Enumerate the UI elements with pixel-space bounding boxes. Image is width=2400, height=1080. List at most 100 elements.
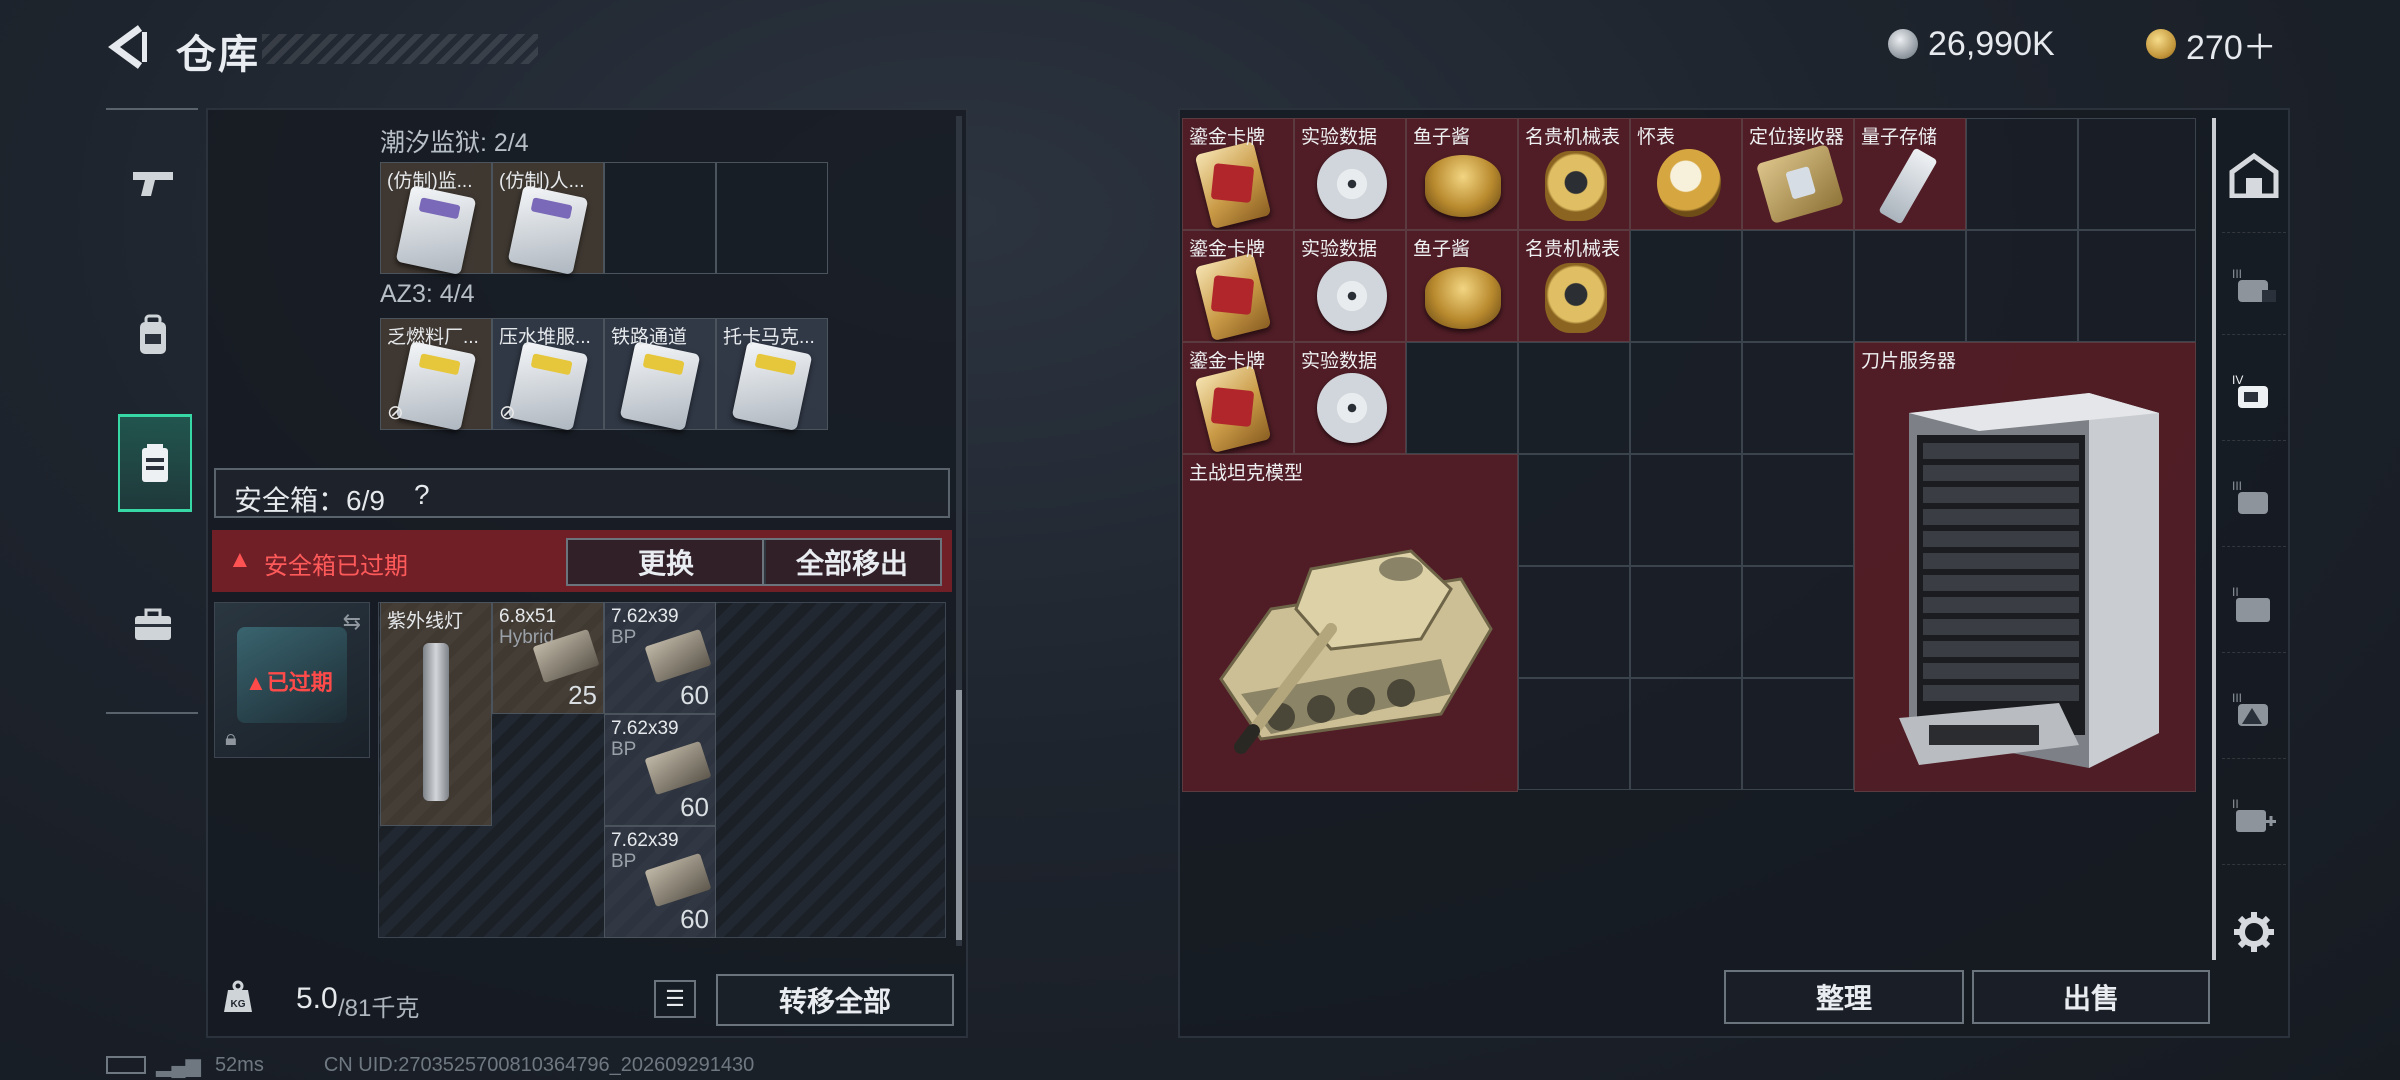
ammo-item[interactable]: 7.62x39 BP 60 [604, 826, 716, 938]
blade-server-item[interactable]: 刀片服务器 [1854, 342, 2196, 792]
svg-text:II: II [2232, 797, 2239, 811]
svg-text:KG: KG [231, 999, 246, 1010]
empty-key-slot[interactable] [604, 162, 716, 274]
empty-slot[interactable] [1742, 566, 1854, 678]
watch-icon [1545, 263, 1607, 333]
tab-stash-ii-medical[interactable]: II [2222, 768, 2286, 865]
sidebar-item-safebox[interactable] [118, 414, 192, 512]
sidebar-item-backpack[interactable] [118, 290, 188, 380]
empty-slot[interactable] [1406, 342, 1518, 454]
sidebar-item-weapon[interactable] [118, 138, 188, 228]
sidebar-item-toolbox[interactable] [118, 580, 188, 670]
safebox-container-item[interactable]: ⇆ ▲已过期 🔒︎ [214, 602, 370, 758]
header-stripe-decoration [262, 34, 538, 64]
key-card-item[interactable]: (仿制)监... [380, 162, 492, 276]
ping-text: 52ms [214, 1053, 264, 1076]
briefcase-icon [135, 608, 171, 640]
empty-slot[interactable] [1630, 454, 1742, 566]
gilded-card-item[interactable]: 鎏金卡牌 [1182, 342, 1294, 454]
luxury-watch-item[interactable]: 名贵机械表 [1518, 118, 1630, 230]
key-card-item[interactable]: 压水堆服... ⊘ [492, 318, 604, 432]
left-scroll-thumb[interactable] [956, 690, 962, 940]
signal-icon: ▂▄▆ [156, 1054, 201, 1077]
uid-text: CN UID:2703525700810364796_202609291430 [323, 1053, 755, 1076]
section-label-tidal-prison: 潮汐监狱: 2/4 [380, 129, 529, 157]
caviar-item[interactable]: 鱼子酱 [1406, 230, 1518, 342]
transfer-all-button[interactable]: 转移全部 [716, 974, 954, 1026]
silver-coin-icon [1888, 29, 1918, 59]
help-icon[interactable]: ? [414, 479, 430, 511]
gilded-card-icon [1194, 252, 1272, 342]
empty-slot[interactable] [2078, 118, 2196, 230]
empty-slot[interactable] [2078, 230, 2196, 342]
empty-slot[interactable] [1518, 678, 1630, 790]
backpack-icon [140, 314, 166, 354]
section-label-az3: AZ3: 4/4 [380, 280, 475, 308]
empty-slot[interactable] [1742, 678, 1854, 790]
experiment-data-item[interactable]: 实验数据 [1294, 230, 1406, 342]
luxury-watch-item[interactable]: 名贵机械表 [1518, 230, 1630, 342]
tab-stash-iv[interactable]: IV [2222, 344, 2286, 441]
safebox-icon [142, 444, 168, 482]
experiment-data-item[interactable]: 实验数据 [1294, 342, 1406, 454]
move-all-out-button[interactable]: 全部移出 [762, 538, 942, 586]
empty-slot[interactable] [1630, 678, 1742, 790]
ammo-item[interactable]: 6.8x51 Hybrid 25 [492, 602, 604, 714]
left-scroll-track[interactable] [956, 116, 962, 946]
empty-slot[interactable] [1966, 118, 2078, 230]
tab-stash-iii-c[interactable]: III [2222, 662, 2286, 759]
ammo-item[interactable]: 7.62x39 BP 60 [604, 602, 716, 714]
empty-slot[interactable] [1630, 342, 1742, 454]
gps-receiver-item[interactable]: 定位接收器 [1742, 118, 1854, 230]
disc-icon [1317, 373, 1387, 443]
empty-slot[interactable] [1742, 230, 1854, 342]
uv-lamp-icon [423, 643, 449, 801]
silver-amount: 26,990K [1928, 24, 2055, 63]
empty-slot[interactable] [1742, 454, 1854, 566]
sell-button[interactable]: 出售 [1972, 970, 2210, 1024]
caviar-item[interactable]: 鱼子酱 [1406, 118, 1518, 230]
tab-stash-ii[interactable]: II [2222, 556, 2286, 653]
stash-ii-icon: II [2232, 585, 2270, 622]
key-card-item[interactable]: (仿制)人... [492, 162, 604, 276]
empty-slot[interactable] [1966, 230, 2078, 342]
pocket-watch-item[interactable]: 怀表 [1630, 118, 1742, 230]
empty-slot[interactable] [1518, 566, 1630, 678]
replace-button[interactable]: 更换 [566, 538, 766, 586]
empty-slot[interactable] [1742, 342, 1854, 454]
key-card-item[interactable]: 托卡马克... [716, 318, 828, 432]
sort-button[interactable]: 整理 [1724, 970, 1964, 1024]
empty-slot[interactable] [1854, 230, 1966, 342]
tab-all-stash[interactable] [2222, 118, 2286, 233]
swap-icon[interactable]: ⇆ [343, 609, 361, 635]
key-card-item[interactable]: 乏燃料厂... ⊘ [380, 318, 492, 432]
gold-currency[interactable]: 270＋ [2146, 22, 2277, 67]
tank-model-item[interactable]: 主战坦克模型 [1182, 454, 1518, 792]
empty-slot[interactable] [1630, 230, 1742, 342]
weight-icon: KG [222, 980, 254, 1014]
empty-slot[interactable] [1518, 342, 1630, 454]
battery-icon [106, 1056, 146, 1074]
back-arrow-icon[interactable] [104, 22, 150, 72]
settings-gear-icon[interactable] [2222, 884, 2286, 980]
right-scroll-bar[interactable] [2212, 118, 2216, 960]
ammo-item[interactable]: 7.62x39 BP 60 [604, 714, 716, 826]
quantum-storage-item[interactable]: 量子存储 [1854, 118, 1966, 230]
keycard-icon [395, 184, 477, 276]
stash-grid: 鎏金卡牌 实验数据 鱼子酱 名贵机械表 怀表 定位接收器 量子存储 鎏金卡牌 实… [1182, 118, 2196, 792]
tab-stash-iii-a[interactable]: III [2222, 238, 2286, 335]
empty-slot[interactable] [1518, 454, 1630, 566]
gilded-card-item[interactable]: 鎏金卡牌 [1182, 118, 1294, 230]
empty-key-slot[interactable] [716, 162, 828, 274]
tab-stash-iii-b[interactable]: III [2222, 450, 2286, 547]
warning-icon: ▲ [228, 546, 252, 573]
experiment-data-item[interactable]: 实验数据 [1294, 118, 1406, 230]
stash-iii-icon: III [2232, 691, 2268, 726]
empty-slot[interactable] [1630, 566, 1742, 678]
stash-iii-icon: III [2232, 479, 2268, 514]
key-card-item[interactable]: 铁路通道 [604, 318, 716, 432]
uv-lamp-item[interactable]: 紫外线灯 [380, 602, 492, 826]
list-view-icon[interactable]: ☰ [654, 980, 696, 1018]
gilded-card-icon [1194, 364, 1272, 454]
gilded-card-item[interactable]: 鎏金卡牌 [1182, 230, 1294, 342]
